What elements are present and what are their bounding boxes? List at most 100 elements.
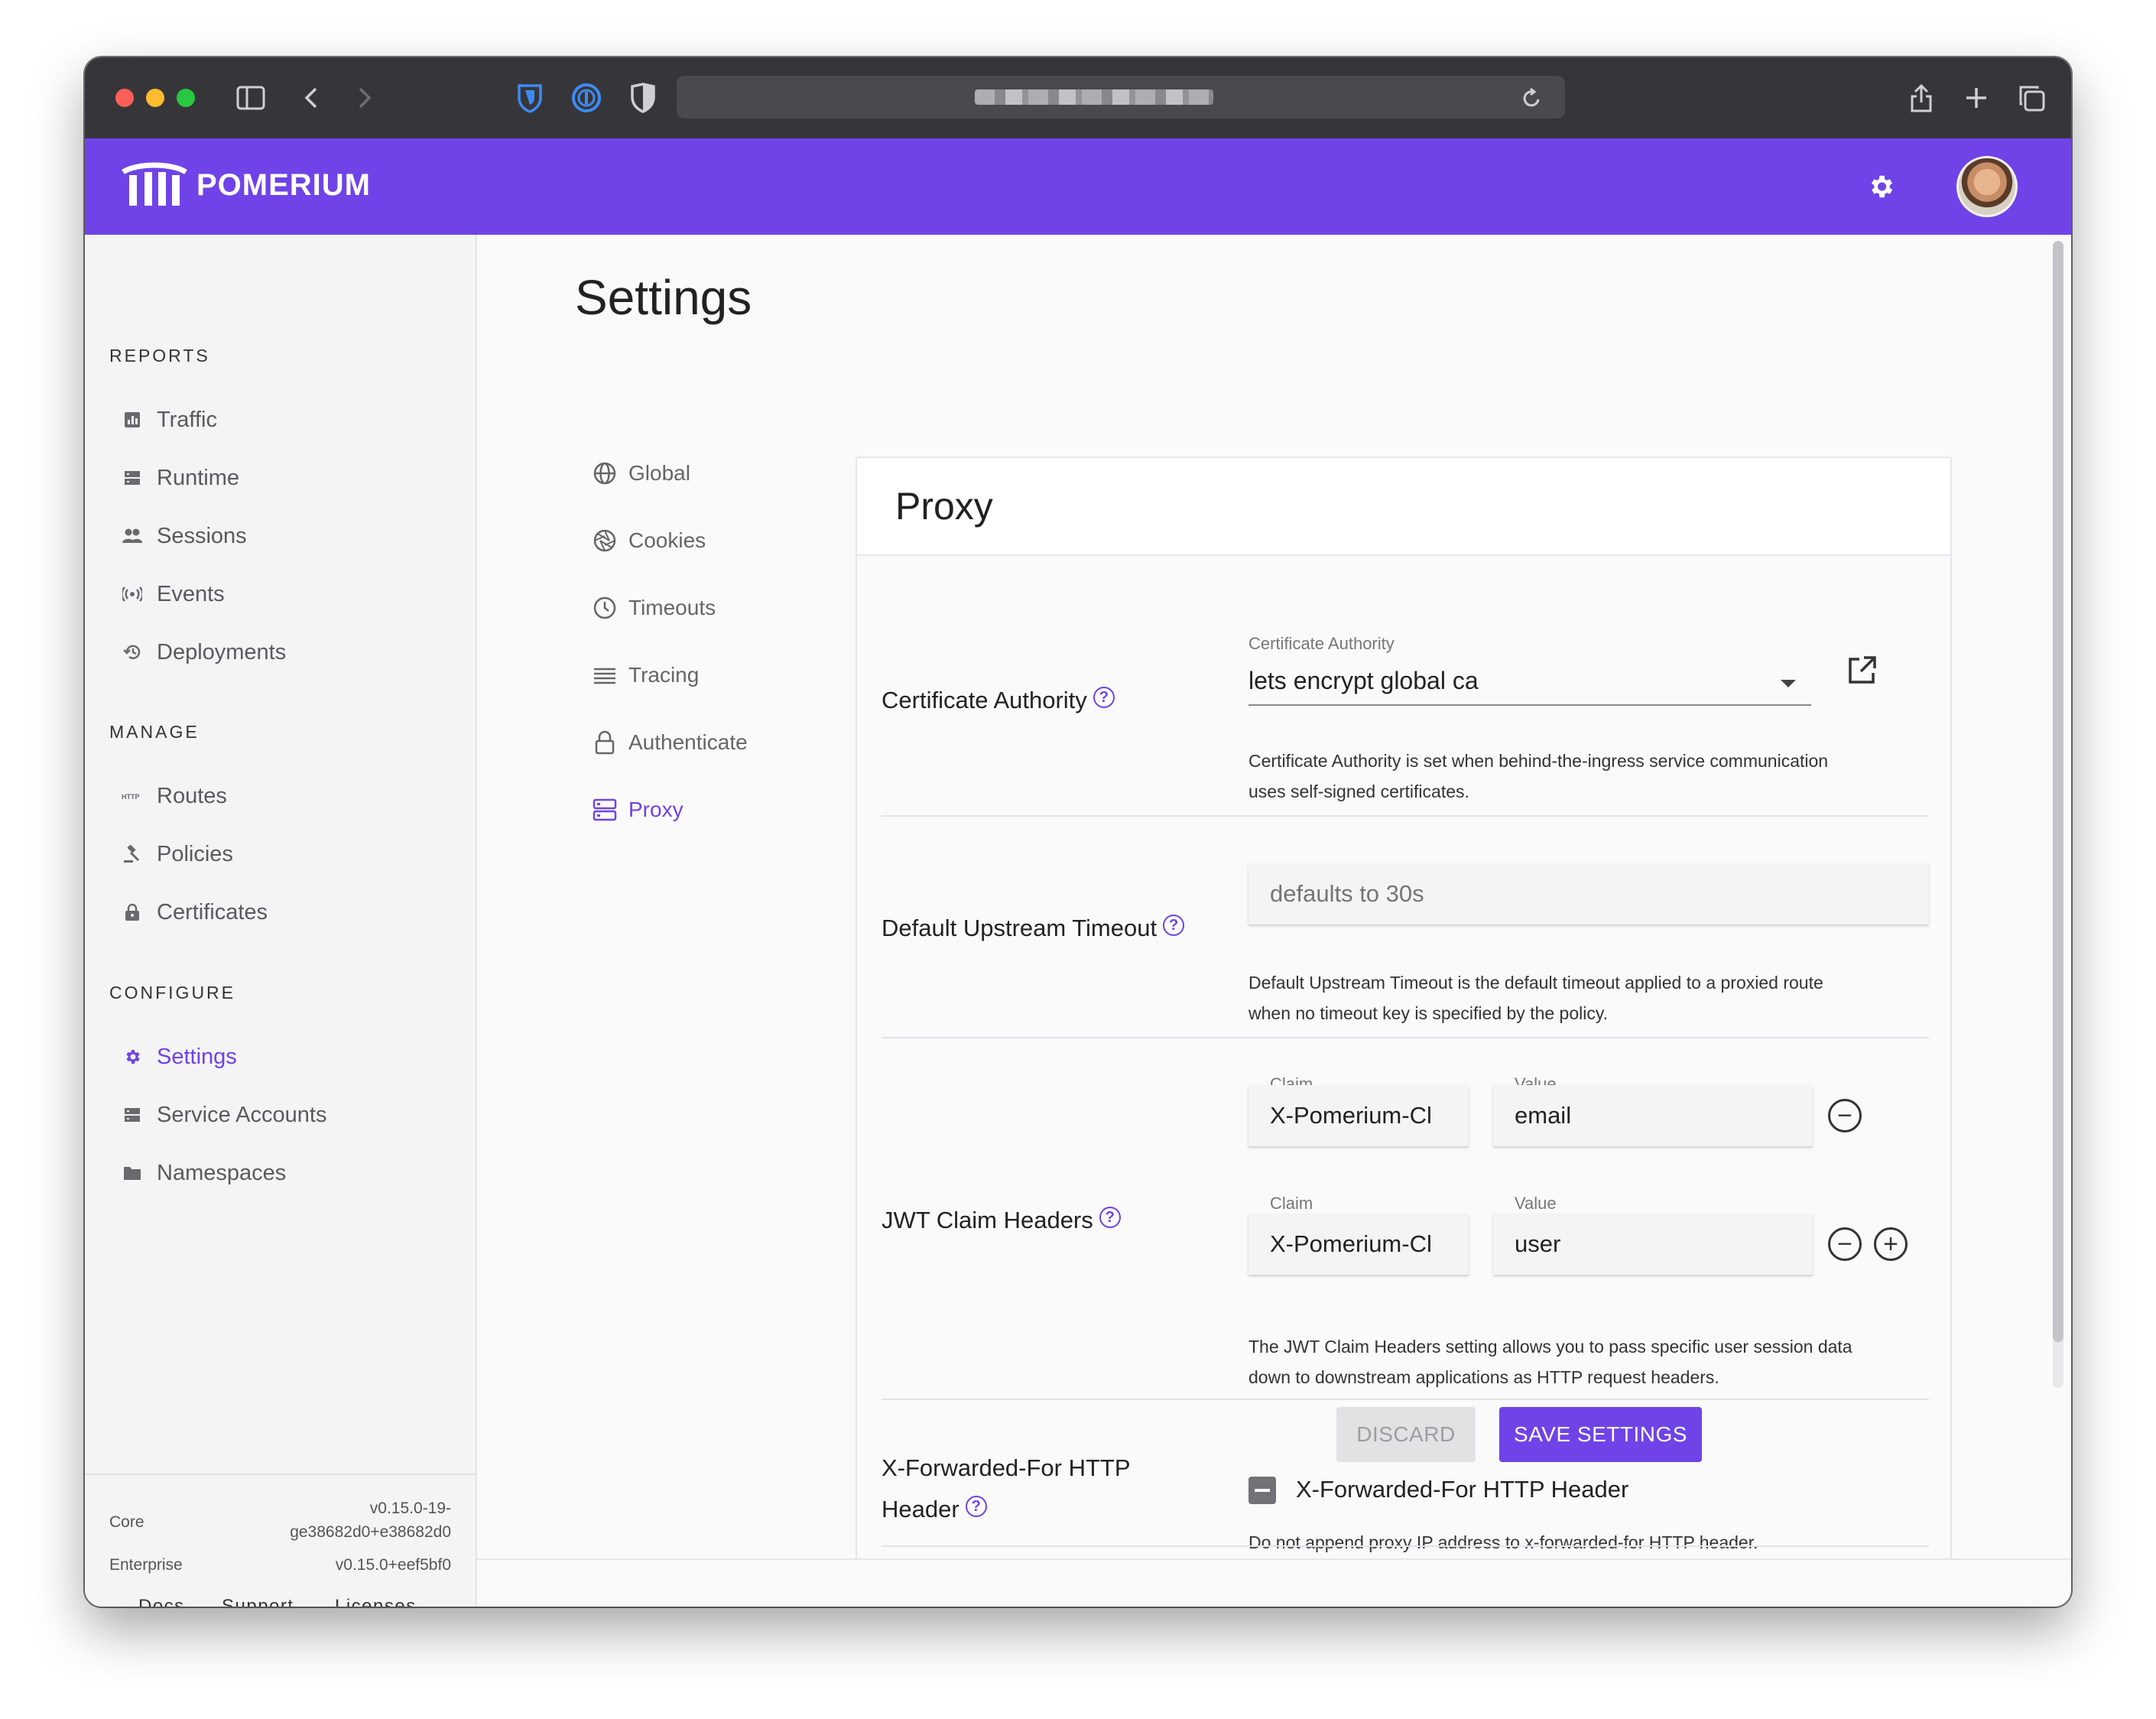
remove-claim-button[interactable]: − — [1828, 1099, 1862, 1132]
svg-text:HTTP: HTTP — [122, 793, 140, 801]
help-icon[interactable]: ? — [1099, 1207, 1121, 1228]
core-version-line2: ge38682d0+e38682d0 — [290, 1523, 451, 1541]
support-link[interactable]: Support — [222, 1596, 294, 1607]
help-icon[interactable]: ? — [965, 1496, 987, 1517]
docs-link[interactable]: Docs — [138, 1596, 185, 1607]
discard-button[interactable]: DISCARD — [1336, 1407, 1476, 1462]
save-settings-button[interactable]: SAVE SETTINGS — [1499, 1407, 1702, 1462]
default-upstream-timeout-label: Default Upstream Timeout? — [882, 908, 1185, 949]
certificate-authority-select[interactable]: lets encrypt global ca — [1248, 661, 1811, 706]
scrollbar-track[interactable] — [2053, 241, 2063, 1388]
subnav-label: Timeouts — [628, 596, 716, 619]
default-upstream-timeout-hint: Default Upstream Timeout is the default … — [1248, 967, 1921, 1028]
http-icon: HTTP — [122, 785, 143, 807]
help-icon[interactable]: ? — [1093, 687, 1115, 708]
section-divider — [882, 1399, 1929, 1400]
pomerium-logo[interactable]: POMERIUM — [122, 161, 371, 209]
sidebar-item-label: Deployments — [157, 639, 287, 665]
value-label: Value — [1515, 1194, 1557, 1213]
sidebar-item-label: Certificates — [157, 899, 268, 924]
sidebar-item-routes[interactable]: HTTP Routes — [122, 779, 227, 813]
jwt-value-input[interactable] — [1493, 1085, 1813, 1146]
sidebar-item-runtime[interactable]: Runtime — [122, 461, 239, 495]
licenses-link[interactable]: Licenses — [335, 1596, 417, 1607]
sidebar-toggle-icon[interactable] — [234, 79, 268, 117]
subnav-item-timeouts[interactable]: Timeouts — [592, 591, 716, 625]
sidebar-item-label: Runtime — [157, 465, 239, 490]
hint-line: The JWT Claim Headers setting allows you… — [1248, 1337, 1852, 1357]
open-external-icon[interactable] — [1843, 651, 1882, 689]
sidebar-item-label: Service Accounts — [157, 1102, 327, 1127]
sidebar-item-sessions[interactable]: Sessions — [122, 519, 247, 553]
gavel-icon — [122, 843, 143, 865]
subnav-item-global[interactable]: Global — [592, 457, 690, 490]
sidebar-item-deployments[interactable]: Deployments — [122, 635, 286, 669]
zoom-window-button[interactable] — [177, 89, 195, 107]
jwt-claim-input[interactable] — [1248, 1085, 1469, 1146]
x-forwarded-for-hint: Do not append proxy IP address to x-forw… — [1248, 1532, 1758, 1552]
minus-circle-icon: − — [1837, 1101, 1852, 1130]
sidebar-item-settings[interactable]: Settings — [122, 1040, 237, 1074]
lines-icon — [592, 662, 618, 688]
remove-claim-button[interactable]: − — [1828, 1227, 1862, 1261]
jwt-claim-headers-hint: The JWT Claim Headers setting allows you… — [1248, 1331, 1921, 1392]
subnav-label: Tracing — [628, 663, 700, 687]
sidebar: REPORTS Traffic Runtime Sessions Events … — [85, 235, 477, 1607]
share-icon[interactable] — [1904, 79, 1938, 117]
certificate-authority-label-text: Certificate Authority — [882, 687, 1087, 713]
subnav-label: Authenticate — [628, 730, 748, 754]
subnav-item-tracing[interactable]: Tracing — [592, 658, 699, 692]
certificate-authority-field-label: Certificate Authority — [1248, 634, 1395, 653]
jwt-claim-input[interactable] — [1248, 1214, 1469, 1275]
sidebar-item-traffic[interactable]: Traffic — [122, 403, 217, 437]
x-forwarded-for-checkbox[interactable] — [1248, 1477, 1276, 1504]
x-forwarded-for-label-line1: X-Forwarded-For HTTP — [882, 1454, 1131, 1481]
section-divider — [882, 1037, 1929, 1038]
sidebar-item-certificates[interactable]: Certificates — [122, 895, 268, 929]
subnav-item-proxy[interactable]: Proxy — [592, 793, 683, 827]
privacy-shield-icon[interactable] — [626, 79, 660, 117]
dropdown-arrow-icon — [1781, 680, 1796, 687]
scrollbar-thumb[interactable] — [2053, 241, 2063, 1342]
gear-icon — [122, 1046, 143, 1067]
sidebar-item-label: Events — [157, 581, 225, 606]
close-window-button[interactable] — [115, 89, 134, 107]
subnav-item-authenticate[interactable]: Authenticate — [592, 726, 748, 759]
lock-icon — [122, 902, 143, 923]
help-icon[interactable]: ? — [1163, 915, 1185, 936]
address-bar[interactable] — [677, 76, 1565, 119]
browser-window: POMERIUM REPORTS Traffic Runtime Session… — [85, 57, 2071, 1607]
password-manager-extension-icon[interactable] — [570, 79, 603, 117]
forward-icon[interactable] — [351, 79, 378, 117]
default-upstream-timeout-input[interactable] — [1248, 863, 1929, 924]
bitwarden-extension-icon[interactable] — [513, 79, 547, 117]
jwt-value-input[interactable] — [1493, 1214, 1813, 1275]
sidebar-item-label: Sessions — [157, 523, 247, 548]
sidebar-footer-divider — [85, 1474, 476, 1475]
certificate-authority-label: Certificate Authority? — [882, 680, 1115, 721]
aperture-icon — [592, 528, 618, 554]
sidebar-item-label: Settings — [157, 1044, 237, 1069]
add-claim-button[interactable]: + — [1874, 1227, 1908, 1261]
action-bar — [477, 1558, 2071, 1607]
new-tab-icon[interactable] — [1960, 79, 1993, 117]
user-avatar[interactable] — [1956, 156, 2018, 217]
back-icon[interactable] — [297, 79, 325, 117]
subnav-item-cookies[interactable]: Cookies — [592, 524, 706, 557]
lock-outline-icon — [592, 730, 618, 756]
sidebar-item-namespaces[interactable]: Namespaces — [122, 1156, 286, 1190]
broadcast-icon — [122, 583, 143, 605]
folder-icon — [122, 1162, 143, 1184]
browser-toolbar — [85, 57, 2071, 138]
x-forwarded-for-checkbox-label[interactable]: X-Forwarded-For HTTP Header — [1296, 1469, 1628, 1510]
tab-overview-icon[interactable] — [2015, 79, 2048, 117]
sidebar-item-policies[interactable]: Policies — [122, 837, 233, 871]
core-label: Core — [109, 1513, 144, 1531]
pomerium-logo-icon — [122, 162, 187, 206]
reload-icon[interactable] — [1518, 79, 1545, 117]
settings-gear-icon[interactable] — [1862, 167, 1900, 206]
minimize-window-button[interactable] — [146, 89, 164, 107]
sidebar-item-events[interactable]: Events — [122, 577, 225, 611]
subnav-label: Proxy — [628, 798, 683, 821]
sidebar-item-service-accounts[interactable]: Service Accounts — [122, 1098, 326, 1132]
